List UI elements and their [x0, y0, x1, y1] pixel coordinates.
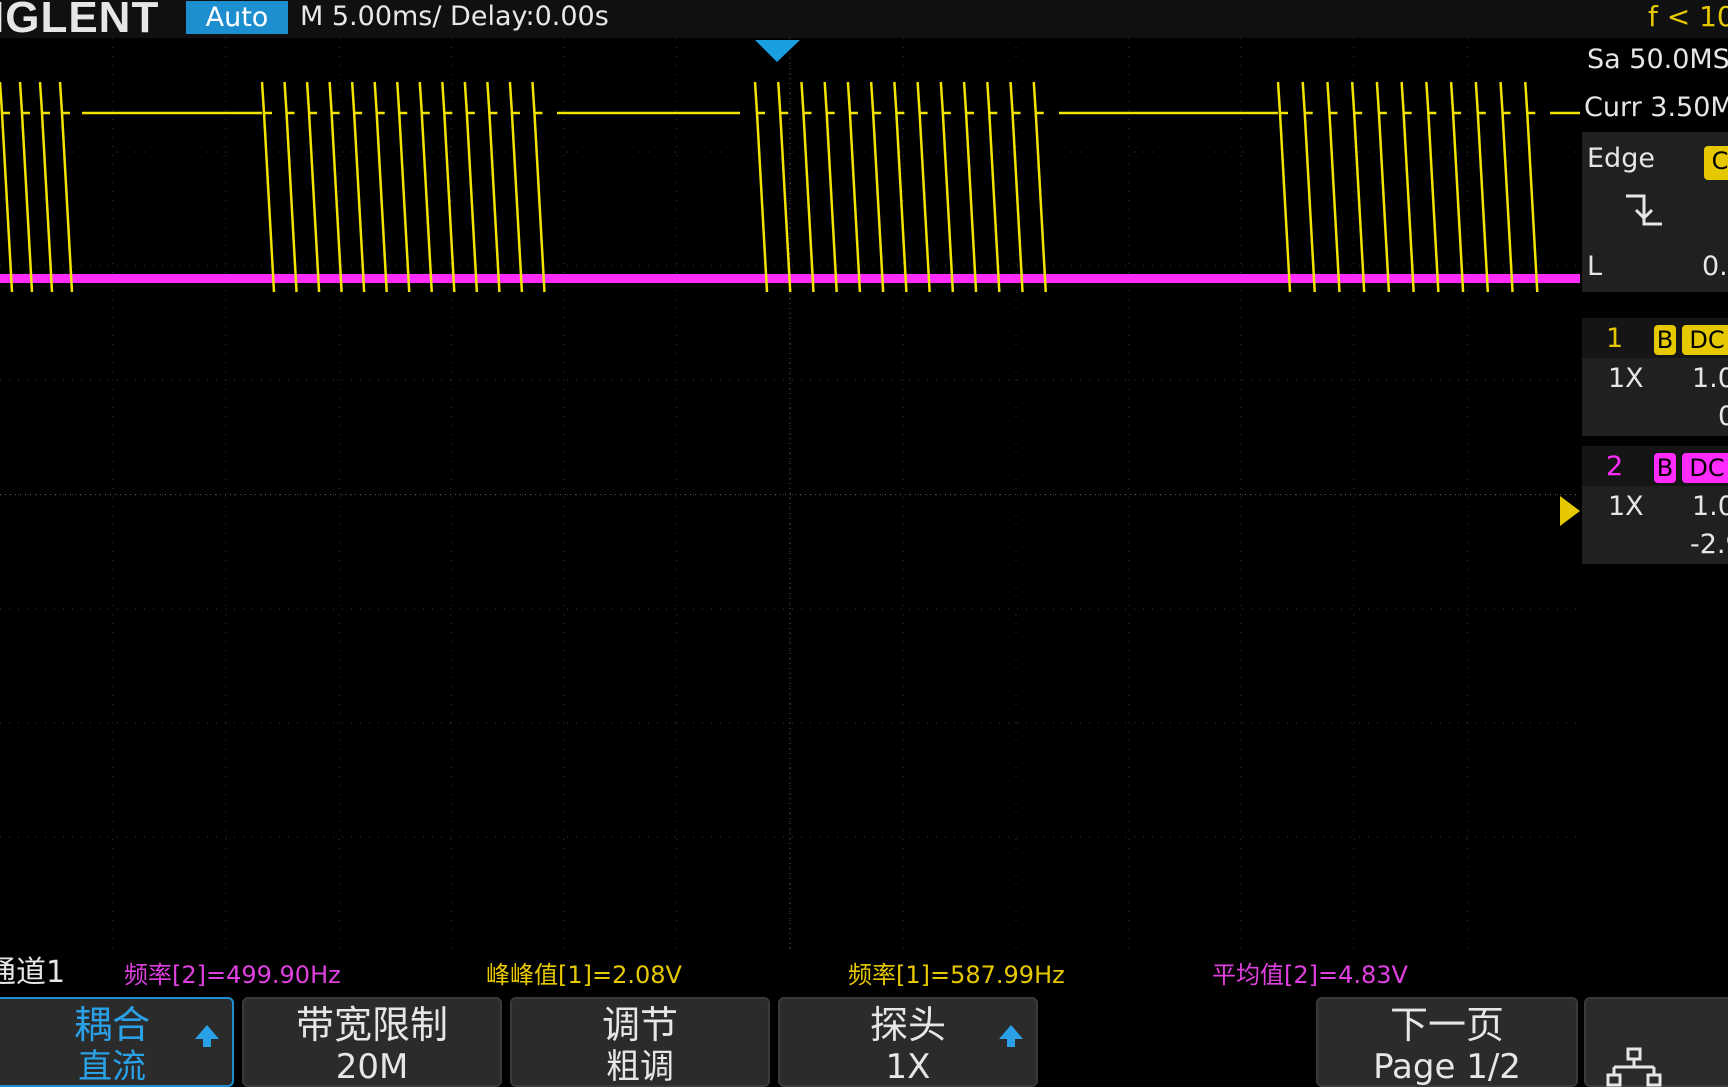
channel2-info-box[interactable]: 2 B DC 1X 1.0 -2.9	[1582, 446, 1728, 564]
bandwidth-limit-softkey[interactable]: 带宽限制 20M	[242, 997, 502, 1087]
softkey-value: 粗调	[606, 1047, 674, 1087]
up-arrow-icon	[195, 1025, 219, 1047]
channel2-offset: -2.9	[1690, 529, 1728, 560]
channel2-number: 2	[1606, 451, 1624, 482]
coupling-softkey[interactable]: 耦合 直流	[0, 997, 234, 1087]
trigger-frequency-indicator: f < 10	[1648, 0, 1728, 33]
softkey-title: 带宽限制	[295, 1003, 448, 1047]
softkey-value: 20M	[335, 1047, 409, 1087]
softkey-value: 1X	[885, 1047, 931, 1087]
timebase-readout[interactable]: M 5.00ms/ Delay:0.00s	[300, 0, 609, 34]
network-softkey[interactable]	[1584, 997, 1728, 1087]
trigger-type: Edge	[1587, 143, 1655, 174]
measurement-item: 频率[1]=587.99Hz	[848, 961, 1065, 989]
adjust-softkey[interactable]: 调节 粗调	[510, 997, 770, 1087]
softkey-title: 下一页	[1389, 1003, 1504, 1047]
next-page-softkey[interactable]: 下一页 Page 1/2	[1316, 997, 1578, 1087]
channel2-scale: 1.0	[1692, 491, 1728, 522]
probe-softkey[interactable]: 探头 1X	[778, 997, 1038, 1087]
measurement-item: 峰峰值[1]=2.08V	[486, 961, 682, 989]
trigger-source-badge: C	[1704, 146, 1728, 180]
softkey-title: 调节	[601, 1003, 678, 1047]
trigger-info-box[interactable]: Edge C L 0.	[1582, 132, 1728, 292]
channel2-coupling-badge: DC	[1682, 453, 1728, 483]
measurement-item: 平均值[2]=4.83V	[1212, 961, 1408, 989]
measurement-item: 频率[2]=499.90Hz	[124, 961, 341, 989]
network-icon	[1606, 1047, 1662, 1087]
trigger-mode-badge[interactable]: Auto	[186, 1, 288, 34]
up-arrow-icon	[999, 1025, 1023, 1047]
sample-rate: Sa 50.0MS	[1587, 44, 1728, 75]
channel1-bw-badge: B	[1654, 325, 1676, 355]
softkey-value: 直流	[78, 1047, 146, 1087]
top-status-bar: IGLENT Auto M 5.00ms/ Delay:0.00s f < 10	[0, 0, 1728, 42]
softkey-value: Page 1/2	[1373, 1047, 1521, 1087]
waveform-display[interactable]	[0, 38, 1580, 951]
channel1-number: 1	[1606, 323, 1624, 354]
channel1-coupling-badge: DC	[1682, 325, 1728, 355]
falling-edge-icon	[1626, 194, 1662, 226]
channel2-probe: 1X	[1608, 491, 1644, 522]
channel1-scale: 1.0	[1692, 363, 1728, 394]
channel1-info-box[interactable]: 1 B DC 1X 1.0 0	[1582, 318, 1728, 436]
memory-depth: Curr 3.50M	[1584, 92, 1728, 123]
trigger-level-value: 0.	[1702, 251, 1728, 282]
menu-channel-label: 通道1	[0, 955, 66, 990]
channel1-probe: 1X	[1608, 363, 1644, 394]
measurement-bar: 通道1 频率[2]=499.90Hz 峰峰值[1]=2.08V 频率[1]=58…	[0, 951, 1580, 999]
channel1-offset: 0	[1718, 401, 1728, 432]
channel2-bw-badge: B	[1654, 453, 1676, 483]
trigger-level-label: L	[1587, 251, 1603, 282]
info-panel: Sa 50.0MS Curr 3.50M Edge C L 0. 1 B DC …	[1580, 38, 1728, 950]
brand-logo: IGLENT	[0, 0, 160, 42]
